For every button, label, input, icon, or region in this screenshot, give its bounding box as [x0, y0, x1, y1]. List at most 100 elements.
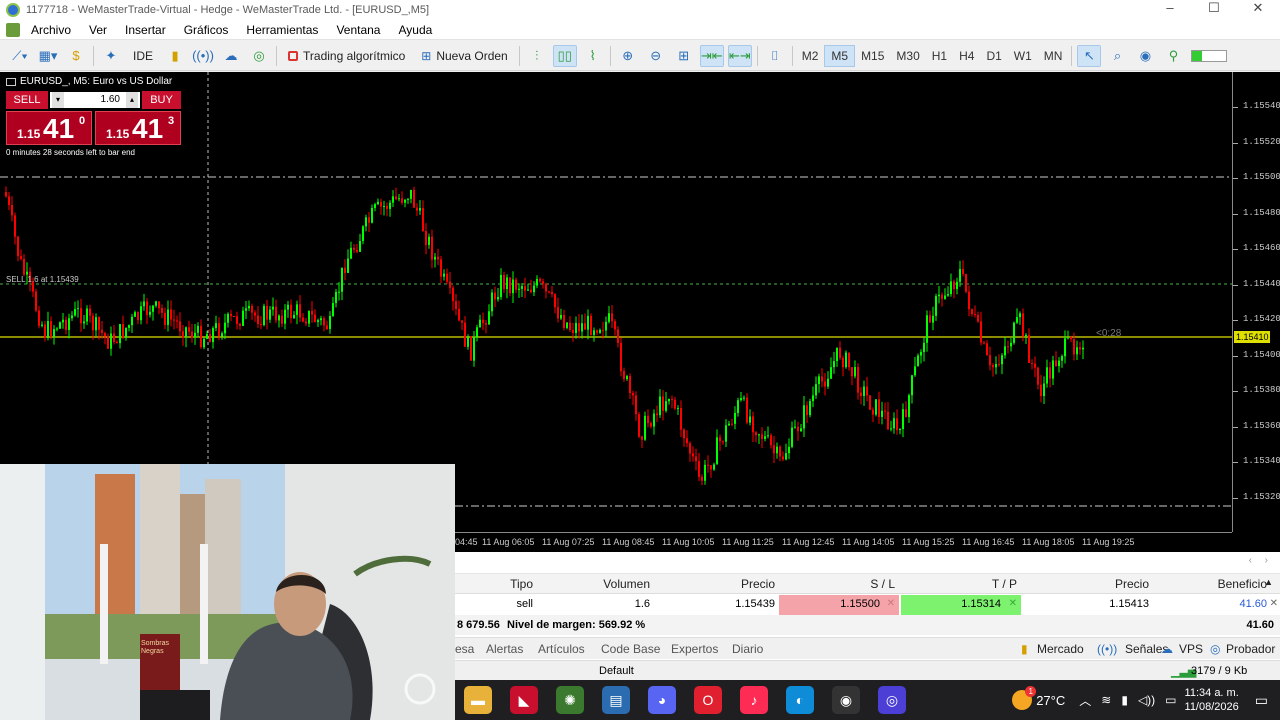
timeframe-m15[interactable]: M15 — [855, 45, 890, 67]
buy-price-box[interactable]: 1.15 41 3 — [95, 111, 181, 145]
menu-graficos[interactable]: Gráficos — [175, 23, 238, 37]
tab-code-base[interactable]: Code Base — [601, 642, 660, 656]
sell-button[interactable]: SELL — [6, 91, 48, 109]
profile-name[interactable]: Default — [599, 665, 634, 677]
candlestick-icon[interactable]: ▯▯ — [552, 44, 577, 67]
candle-body — [767, 435, 769, 437]
tab-empresa[interactable]: esa — [455, 642, 474, 656]
minimize-button[interactable]: – — [1148, 0, 1192, 20]
edge-icon[interactable]: ◐ — [786, 686, 814, 714]
tile-windows-icon[interactable]: ⊞ — [672, 45, 696, 67]
menu-insertar[interactable]: Insertar — [116, 23, 175, 37]
tab-vps[interactable]: VPS — [1179, 642, 1203, 656]
weather-icon[interactable]: 1 — [1012, 686, 1037, 710]
obs-icon[interactable]: ◉ — [832, 686, 860, 714]
battery-icon[interactable]: ▭ — [1165, 693, 1176, 707]
timeframe-mn[interactable]: MN — [1038, 45, 1069, 67]
col-tipo[interactable]: Tipo — [485, 577, 533, 591]
new-chart-icon[interactable]: ⟋▾ — [8, 45, 32, 67]
menu-herramientas[interactable]: Herramientas — [237, 23, 327, 37]
tab-probador[interactable]: Probador — [1226, 642, 1275, 656]
tp-remove-icon[interactable]: ✕ — [1007, 598, 1017, 609]
timeframe-w1[interactable]: W1 — [1008, 45, 1038, 67]
file-explorer-icon[interactable]: ▬ — [464, 686, 492, 714]
app-red-icon[interactable]: ◣ — [510, 686, 538, 714]
col-tp[interactable]: T / P — [935, 577, 1017, 591]
new-order-button[interactable]: ⊞ Nueva Orden — [415, 45, 513, 67]
timeframe-h1[interactable]: H1 — [926, 45, 953, 67]
scroll-right-icon[interactable]: › — [1265, 555, 1268, 566]
screenshot-icon[interactable]: ⌷ — [763, 45, 787, 67]
tab-mercado[interactable]: Mercado — [1037, 642, 1084, 656]
connection-icon[interactable]: ⚲ — [1161, 45, 1185, 67]
chart-menu-icon[interactable] — [6, 22, 20, 37]
notepad-icon[interactable]: ▤ — [602, 686, 630, 714]
tab-diario[interactable]: Diario — [732, 642, 763, 656]
market-watch-icon[interactable]: $ — [64, 45, 88, 67]
menu-ventana[interactable]: Ventana — [327, 23, 389, 37]
tiktok-icon[interactable]: ♪ — [740, 686, 768, 714]
autoscroll-icon[interactable]: ⇥⇤ — [699, 44, 724, 67]
candle-body — [257, 315, 259, 325]
market-icon[interactable]: ▮ — [163, 45, 187, 67]
volume-icon[interactable]: ◁)) — [1138, 693, 1155, 707]
candle-body — [167, 309, 169, 325]
lot-increase-icon[interactable]: ▴ — [126, 92, 138, 108]
tab-alertas[interactable]: Alertas — [486, 642, 523, 656]
timeframe-m30[interactable]: M30 — [890, 45, 925, 67]
table-row[interactable]: sell 1.6 1.15439 1.15500 ✕ 1.15314 ✕ 1.1… — [455, 595, 1280, 615]
timeframe-m5[interactable]: M5 — [824, 44, 856, 67]
time-axis-label: 11 Aug 16:45 — [962, 537, 1015, 547]
buy-button[interactable]: BUY — [142, 91, 181, 109]
close-button[interactable]: ✕ — [1236, 0, 1280, 20]
zoom-in-icon[interactable]: ⊕ — [616, 45, 640, 67]
maximize-button[interactable]: ☐ — [1192, 0, 1236, 20]
community-icon[interactable]: ◎ — [247, 45, 271, 67]
notifications-icon[interactable]: ▭ — [1255, 692, 1268, 709]
scroll-left-icon[interactable]: ‹ — [1249, 555, 1252, 566]
timeframe-h4[interactable]: H4 — [953, 45, 980, 67]
zoom-out-icon[interactable]: ⊖ — [644, 45, 668, 67]
metatrader-icon[interactable]: ✺ — [556, 686, 584, 714]
tab-articulos[interactable]: Artículos — [538, 642, 585, 656]
algo-trading-button[interactable]: Trading algorítmico — [282, 45, 411, 67]
col-volumen[interactable]: Volumen — [575, 577, 650, 591]
sl-remove-icon[interactable]: ✕ — [885, 598, 895, 609]
navigator-icon[interactable]: ✦ — [99, 45, 123, 67]
tab-expertos[interactable]: Expertos — [671, 642, 718, 656]
temperature[interactable]: 27°C — [1036, 693, 1065, 708]
col-precio-actual[interactable]: Precio — [1055, 577, 1149, 591]
menu-ver[interactable]: Ver — [80, 23, 116, 37]
lot-input[interactable]: ▾ 1.60 ▴ — [50, 92, 140, 108]
opera-icon[interactable]: O — [694, 686, 722, 714]
sell-price-box[interactable]: 1.15 41 0 — [6, 111, 92, 145]
close-position-icon[interactable]: ✕ — [1268, 598, 1278, 609]
vps-cloud-icon[interactable]: ☁ — [219, 45, 243, 67]
timeframe-m2[interactable]: M2 — [796, 45, 825, 67]
candle-body — [155, 301, 157, 306]
tray-chevron-icon[interactable]: ︿ — [1079, 692, 1091, 709]
signals-icon[interactable]: ((•)) — [191, 45, 215, 67]
menu-ayuda[interactable]: Ayuda — [389, 23, 441, 37]
lot-decrease-icon[interactable]: ▾ — [52, 92, 64, 108]
line-chart-icon[interactable]: ⌇ — [581, 45, 605, 67]
ide-button[interactable]: IDE — [127, 45, 159, 67]
wifi-icon[interactable]: ≋ — [1101, 693, 1111, 707]
search-icon[interactable]: ⌕ — [1105, 45, 1129, 67]
clock[interactable]: 11:34 a. m. 11/08/2026 — [1185, 686, 1239, 714]
app-purple-icon[interactable]: ◎ — [878, 686, 906, 714]
bar-chart-icon[interactable]: ⫶ — [525, 45, 549, 67]
col-sl[interactable]: S / L — [815, 577, 895, 591]
timeframe-d1[interactable]: D1 — [980, 45, 1007, 67]
col-beneficio[interactable]: Beneficio — [1175, 577, 1267, 591]
sort-icon[interactable]: ▲ — [1263, 577, 1273, 587]
candle-body — [1061, 356, 1063, 361]
menu-archivo[interactable]: Archivo — [22, 23, 80, 37]
chart-shift-icon[interactable]: ⇤⇥ — [727, 44, 752, 67]
cursor-icon[interactable]: ↖ — [1077, 44, 1102, 67]
account-icon[interactable]: ◉ — [1133, 45, 1157, 67]
col-precio[interactable]: Precio — [695, 577, 775, 591]
discord-icon[interactable]: ◕ — [648, 686, 676, 714]
mic-icon[interactable]: ▮ — [1121, 693, 1128, 707]
chart-template-icon[interactable]: ▦▾ — [36, 45, 60, 67]
